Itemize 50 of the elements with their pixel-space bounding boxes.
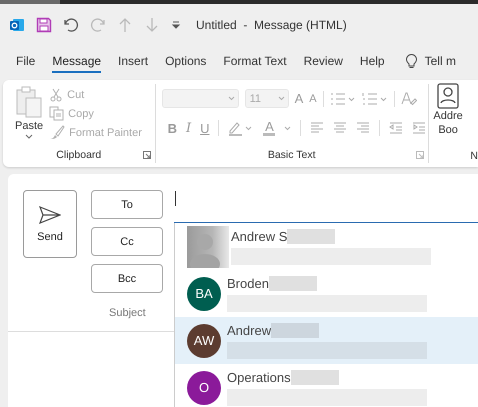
contact-card-icon (437, 83, 460, 109)
redaction (290, 370, 339, 384)
dialog-launcher-icon[interactable] (142, 151, 151, 159)
group-label: Basic Text (268, 149, 316, 161)
chevron-down-icon (278, 96, 285, 101)
group-label: Clipboard (56, 149, 102, 161)
lightbulb-icon[interactable] (406, 54, 417, 68)
redaction (271, 322, 320, 338)
send-icon (39, 206, 61, 224)
clipboard-icon (16, 86, 42, 118)
ribbon-tab[interactable]: Options (165, 50, 206, 72)
avatar: BA (187, 276, 221, 310)
group-label: N (470, 150, 478, 162)
contact-suggestion[interactable]: O Operations (175, 364, 478, 407)
chevron-down-icon (228, 96, 235, 101)
brush-icon (49, 125, 66, 140)
avatar: AW (187, 324, 221, 358)
scissors-icon (49, 88, 64, 102)
contact-name: Andrew (227, 322, 272, 338)
redaction (287, 228, 336, 244)
recipient-button[interactable]: Bcc (91, 264, 163, 293)
send-button[interactable]: Send (23, 190, 77, 258)
paste-button[interactable]: Paste (3, 84, 50, 147)
address-book-button[interactable]: Addre Boo (428, 80, 468, 167)
contact-suggestion[interactable]: Andrew S (175, 223, 478, 270)
chevron-down-icon (25, 134, 34, 140)
ribbon-tab[interactable]: Help (360, 50, 385, 72)
contact-suggestion[interactable]: AW Andrew (175, 317, 478, 364)
contact-name: Andrew S (231, 228, 288, 244)
contact-suggestion[interactable]: BA Broden (175, 270, 478, 317)
dialog-launcher-icon[interactable] (416, 151, 424, 159)
undo-icon[interactable] (63, 16, 79, 32)
contact-name: Operations (227, 370, 291, 384)
contact-name: Broden (227, 276, 269, 290)
avatar: O (187, 370, 221, 404)
save-icon[interactable] (36, 16, 52, 32)
recipient-button[interactable]: To (91, 190, 163, 219)
ribbon-tab[interactable]: Insert (118, 50, 148, 72)
ribbon-tab[interactable]: Review (304, 50, 343, 72)
ribbon-tab[interactable]: Format Text (223, 50, 287, 72)
tell-me-search[interactable]: Tell m (424, 50, 456, 72)
ribbon-tab[interactable]: Message (52, 50, 102, 72)
app-logo-icon[interactable] (9, 16, 25, 32)
redaction (268, 276, 317, 290)
copy-icon (49, 106, 64, 121)
ribbon-tab[interactable]: File (16, 50, 36, 72)
recipient-button[interactable]: Cc (91, 227, 163, 256)
subject-label: Subject (109, 307, 147, 319)
window-title: Untitled - Message (HTML) (196, 18, 347, 32)
customize-icon[interactable] (171, 20, 181, 30)
